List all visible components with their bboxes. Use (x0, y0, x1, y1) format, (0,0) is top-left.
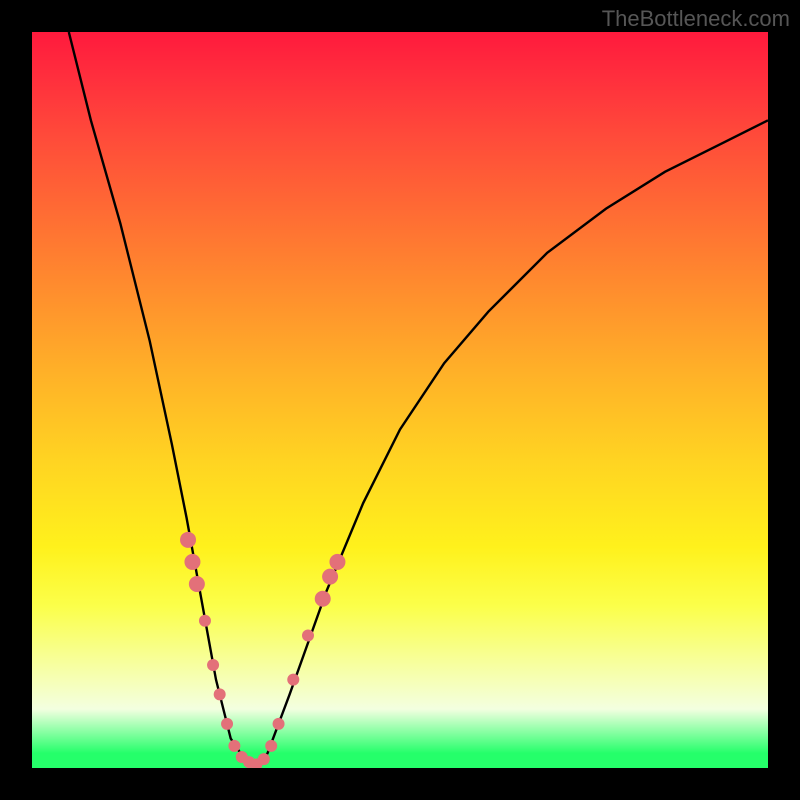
scatter-point (214, 688, 226, 700)
scatter-point (315, 591, 331, 607)
bottleneck-curve-path (69, 32, 768, 768)
scatter-point (329, 554, 345, 570)
scatter-point (221, 718, 233, 730)
scatter-point (265, 740, 277, 752)
chart-frame: TheBottleneck.com (0, 0, 800, 800)
chart-svg (32, 32, 768, 768)
scatter-point (258, 753, 270, 765)
scatter-point (199, 615, 211, 627)
scatter-point (302, 630, 314, 642)
plot-area (32, 32, 768, 768)
watermark-text: TheBottleneck.com (602, 6, 790, 32)
scatter-point (273, 718, 285, 730)
scatter-point (322, 569, 338, 585)
scatter-group (180, 532, 345, 768)
scatter-point (207, 659, 219, 671)
scatter-point (184, 554, 200, 570)
scatter-point (228, 740, 240, 752)
scatter-point (189, 576, 205, 592)
scatter-point (287, 674, 299, 686)
scatter-point (180, 532, 196, 548)
